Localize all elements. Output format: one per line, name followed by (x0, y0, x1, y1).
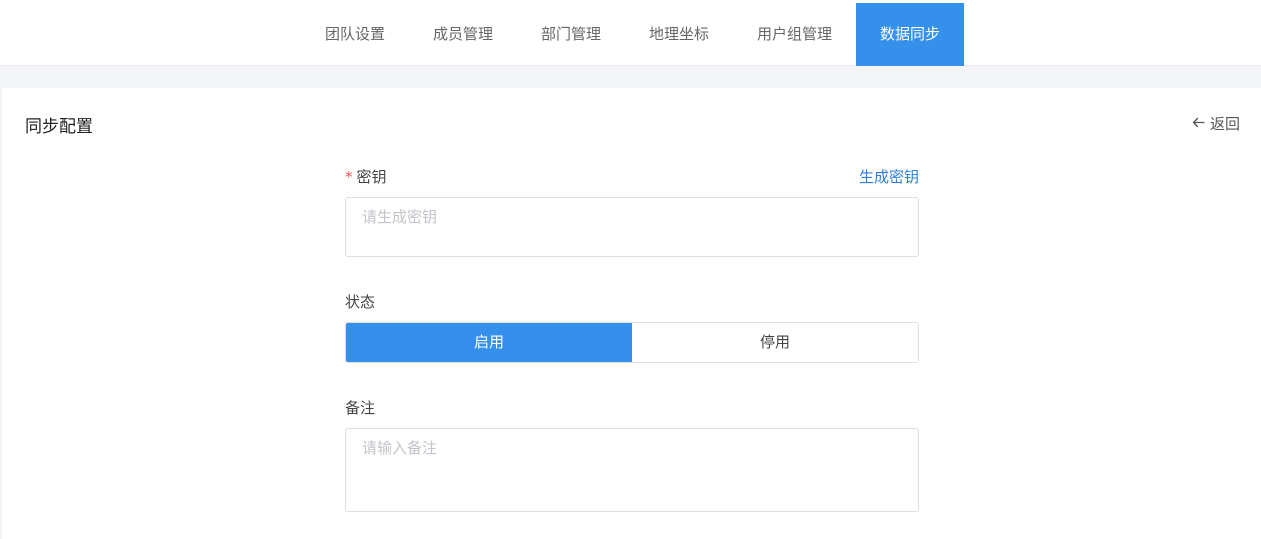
status-disable-button[interactable]: 停用 (632, 323, 918, 362)
tab-user-group-management[interactable]: 用户组管理 (733, 3, 856, 66)
secret-label: * 密钥 (345, 166, 387, 187)
tab-data-sync[interactable]: 数据同步 (856, 3, 964, 66)
tab-team-settings[interactable]: 团队设置 (301, 3, 409, 66)
arrow-left-icon (1192, 115, 1205, 133)
remark-label: 备注 (345, 399, 376, 417)
page-title: 同步配置 (25, 117, 93, 137)
generate-secret-link[interactable]: 生成密钥 (859, 166, 919, 187)
secret-label-text: 密钥 (356, 168, 387, 186)
top-nav: 团队设置 成员管理 部门管理 地理坐标 用户组管理 数据同步 (0, 0, 1261, 66)
required-mark: * (345, 168, 353, 186)
back-button[interactable]: 返回 (1192, 113, 1240, 134)
remark-input[interactable] (345, 428, 919, 512)
status-enable-button[interactable]: 启用 (346, 323, 632, 362)
back-label: 返回 (1209, 115, 1240, 133)
tab-geo-coordinates[interactable]: 地理坐标 (625, 3, 733, 66)
status-toggle: 启用 停用 (345, 322, 919, 363)
sync-config-panel: 同步配置 返回 *密钥 生成密钥 状态 启用 停用 备注 (2, 88, 1261, 539)
status-label: 状态 (345, 293, 376, 311)
tab-member-management[interactable]: 成员管理 (409, 3, 517, 66)
tab-department-management[interactable]: 部门管理 (517, 3, 625, 66)
secret-input[interactable] (345, 197, 919, 257)
